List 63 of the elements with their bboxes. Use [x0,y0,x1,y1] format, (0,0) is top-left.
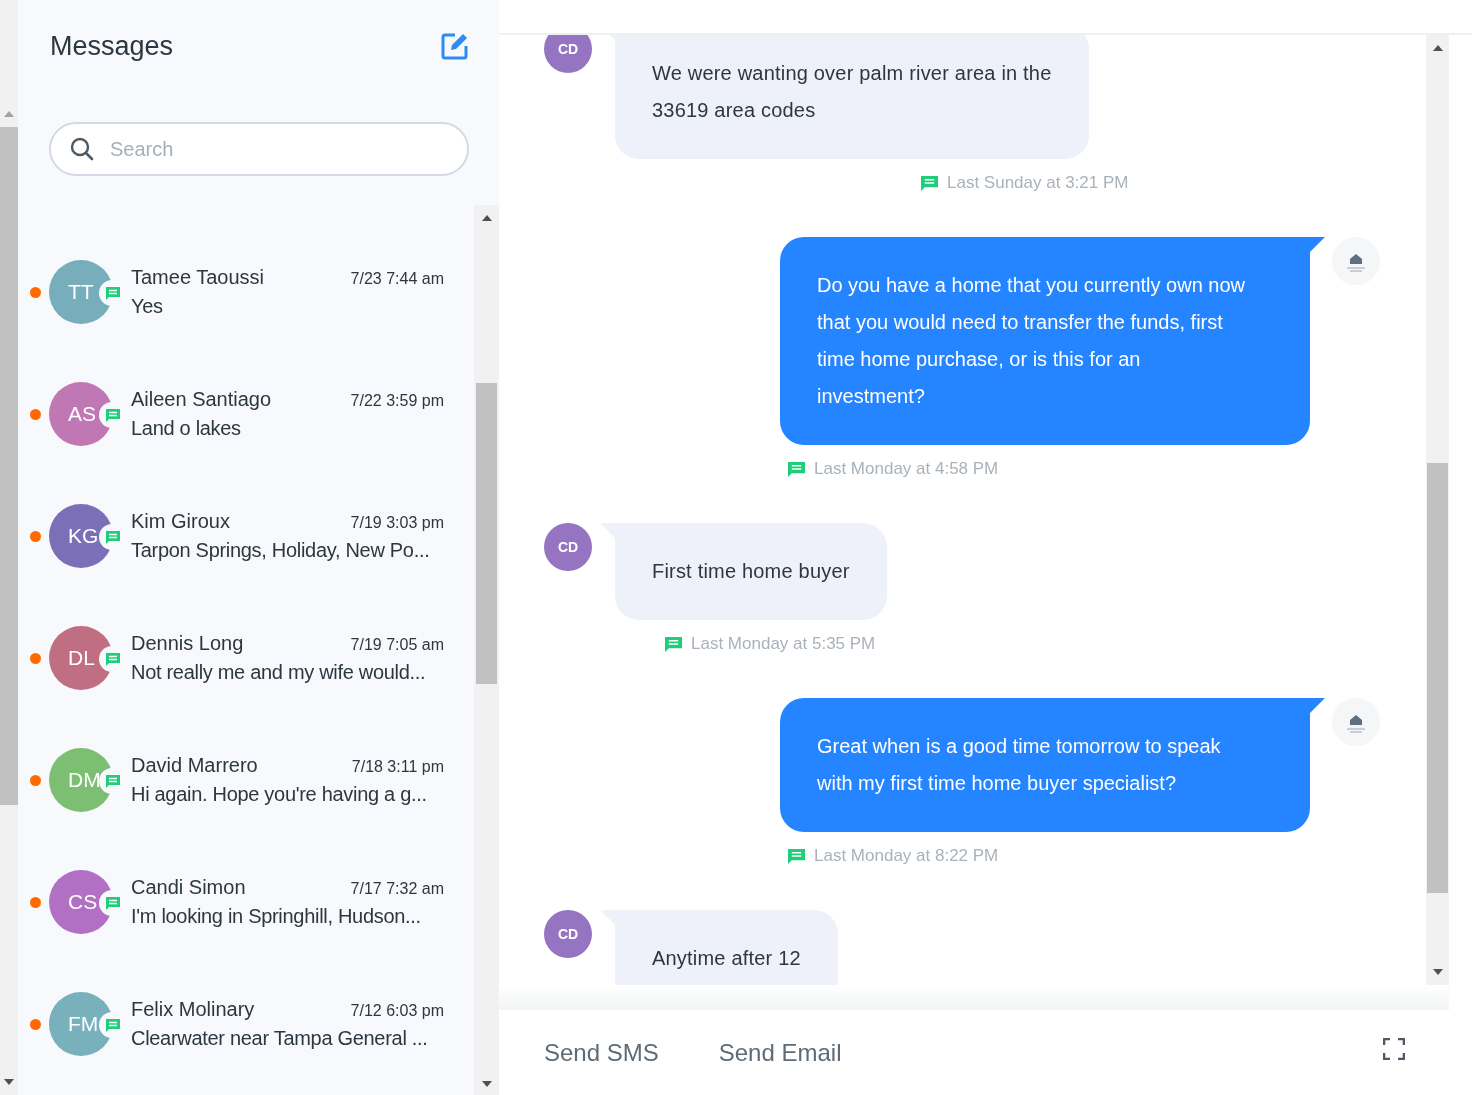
message-timestamp: Last Monday at 5:35 PM [691,634,876,654]
chat-icon [787,847,806,865]
message-timestamp: Last Monday at 4:58 PM [814,459,999,479]
contact-avatar: CD [544,35,592,73]
message-preview: Clearwater near Tampa General ... [131,1027,429,1050]
contact-name: Aileen Santiago [131,388,272,411]
chat-icon [920,174,939,192]
compose-icon[interactable] [441,32,469,60]
scroll-down-icon[interactable] [1432,969,1443,975]
message-timestamp: Last Sunday at 3:21 PM [947,173,1129,193]
message-time: 7/18 3:11 pm [351,758,444,776]
conversation-item[interactable]: KG Kim Giroux 7/19 3:03 pm Tarpon Springs, Holiday, New Po... [18,475,474,597]
conversation-item[interactable]: DL Dennis Long 7/19 7:05 am Not really me and my wife would... [18,597,474,719]
message-time: 7/12 6:03 pm [350,1002,444,1020]
house-logo-icon [1332,237,1380,285]
message-preview: Tarpon Springs, Holiday, New Po... [131,539,431,562]
contact-avatar: DL [49,626,113,690]
scrollbar-thumb[interactable] [0,127,18,805]
scroll-down-icon[interactable] [481,1081,492,1087]
contact-avatar: KG [49,504,113,568]
contact-avatar: TT [49,260,113,324]
message-time: 7/22 3:59 pm [350,392,444,410]
contact-avatar: DM [49,748,113,812]
message-timestamp: Last Monday at 8:22 PM [814,846,999,866]
message-time: 7/19 7:05 am [350,636,444,654]
house-logo-icon [1332,698,1380,746]
contact-name: Felix Molinary [131,998,255,1021]
contact-avatar: FM [49,992,113,1056]
contact-avatar: CS [49,870,113,934]
chat-icon [787,460,806,478]
search-field[interactable]: Search [49,122,469,176]
message-preview: Yes [131,295,164,318]
message-time: 7/19 3:03 pm [350,514,444,532]
contact-name: David Marrero [131,754,258,777]
contact-name: Kim Giroux [131,510,230,533]
search-icon [70,137,94,161]
conversation-item[interactable]: FM Felix Molinary 7/12 6:03 pm Clearwater near Tampa General ... [18,963,474,1085]
conversation-item[interactable]: TT Tamee Taoussi 7/23 7:44 am Yes [18,231,474,353]
chat-icon [664,635,683,653]
contact-name: Candi Simon [131,876,246,899]
message-preview: Hi again. Hope you're having a g... [131,783,428,806]
send-option-button[interactable]: Send SMS [544,1038,659,1067]
scroll-up-icon[interactable] [1432,45,1443,51]
message-preview: I'm looking in Springhill, Hudson... [131,905,422,928]
conversation-item[interactable]: CS Candi Simon 7/17 7:32 am I'm looking in Springhill, Hudson... [18,841,474,963]
contact-name: Dennis Long [131,632,244,655]
contact-avatar: AS [49,382,113,446]
contact-avatar: CD [544,523,592,571]
scrollbar-thumb[interactable] [1427,463,1448,893]
conversation-item[interactable]: DM David Marrero 7/18 3:11 pm Hi again. Hope you're having a g... [18,719,474,841]
message-preview: Land o lakes [131,417,242,440]
conversation-item[interactable]: AS Aileen Santiago 7/22 3:59 pm Land o lakes [18,353,474,475]
contact-name: Tamee Taoussi [131,266,265,289]
sidebar-title: Messages [50,30,174,62]
message-preview: Not really me and my wife would... [131,661,427,684]
expand-icon[interactable] [1383,1037,1405,1060]
scroll-down-icon[interactable] [4,1079,14,1085]
message-time: 7/17 7:32 am [350,880,444,898]
send-option-button[interactable]: Send Email [718,1038,842,1067]
contact-avatar: CD [544,910,592,958]
scroll-up-icon[interactable] [481,215,492,221]
scrollbar-thumb[interactable] [476,383,497,684]
message-time: 7/23 7:44 am [350,270,444,288]
